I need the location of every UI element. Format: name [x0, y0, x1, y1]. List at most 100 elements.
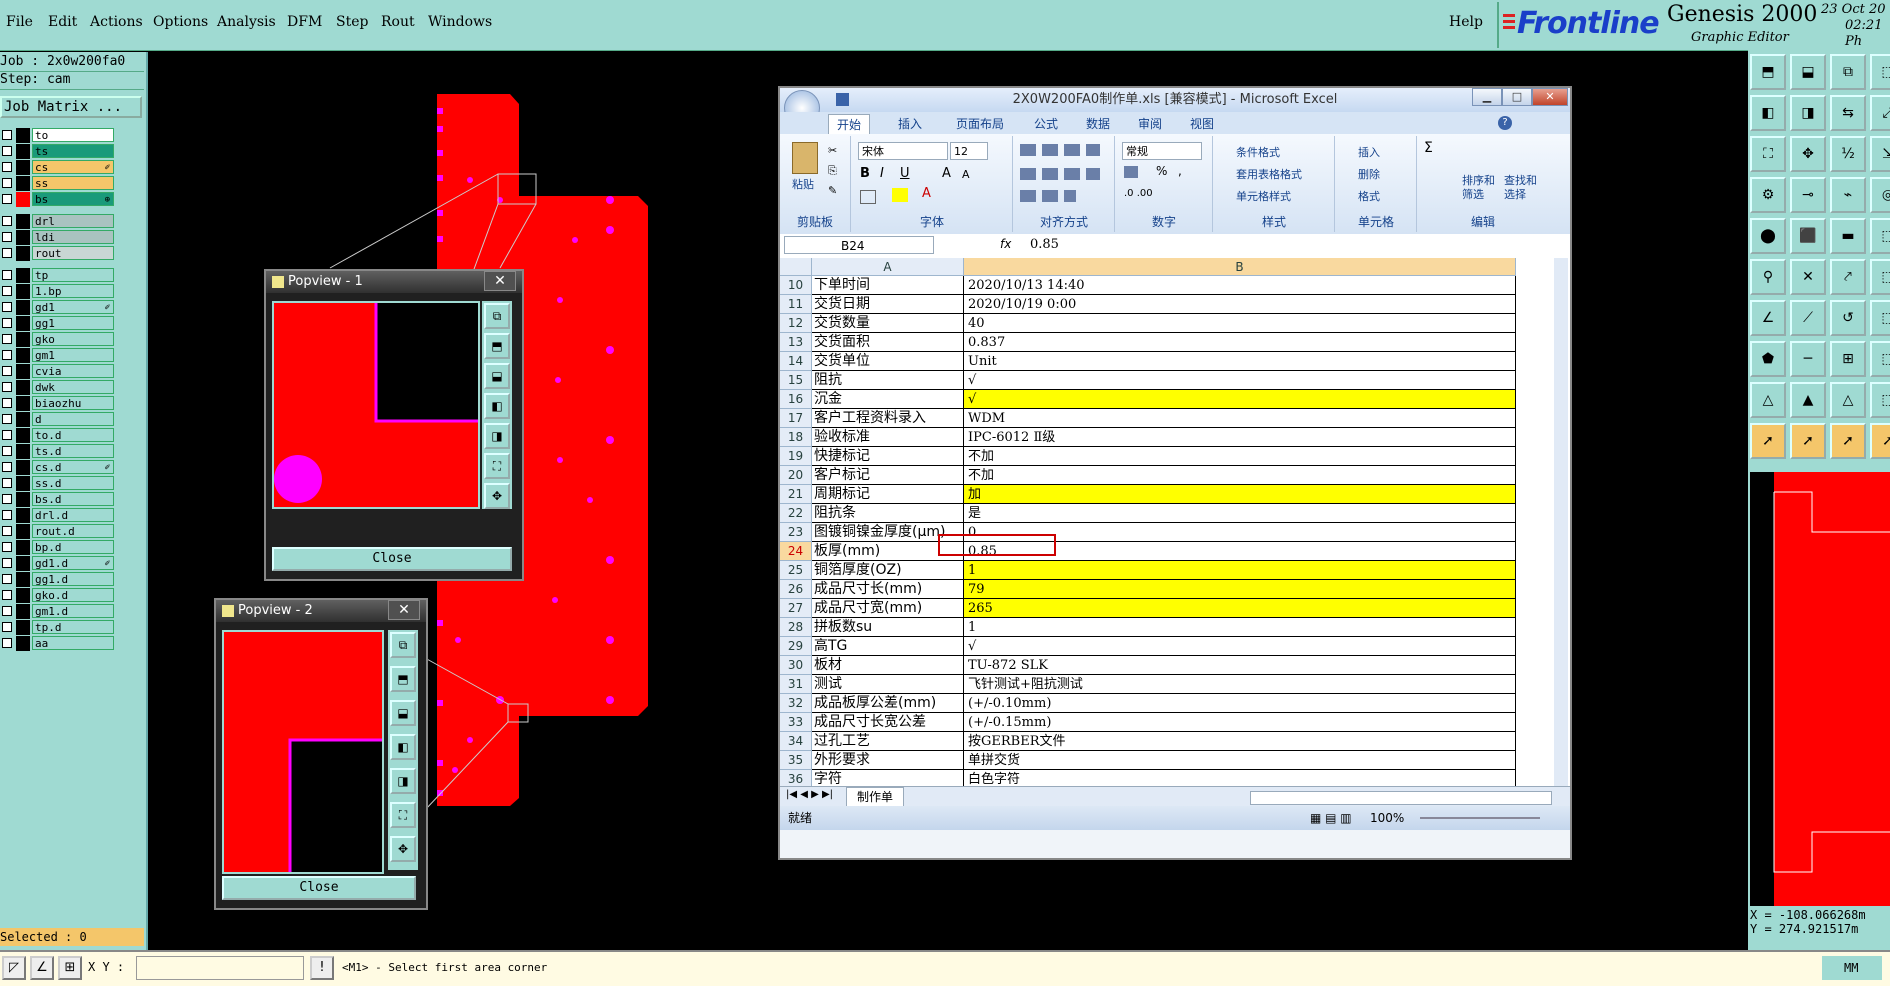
font-name-select[interactable]: 宋体	[858, 142, 948, 160]
tab-home[interactable]: 开始	[828, 114, 871, 135]
align-right-icon[interactable]: ◨	[1790, 95, 1826, 131]
sheet-nav-icons[interactable]: |◀ ◀ ▶ ▶|	[786, 789, 833, 800]
triangle-filled-icon[interactable]: ▲	[1790, 382, 1826, 418]
layer-name[interactable]: to.d	[32, 428, 114, 442]
format-button[interactable]: 格式	[1358, 188, 1380, 204]
indent-icons[interactable]	[1020, 190, 1076, 202]
bold-button[interactable]: B	[860, 166, 870, 181]
row-number[interactable]: 24	[780, 542, 812, 561]
menu-actions[interactable]: Actions	[90, 14, 143, 30]
cut-icon[interactable]: ✂	[828, 144, 837, 157]
cell-label[interactable]: 测试	[812, 675, 964, 694]
row-number[interactable]: 26	[780, 580, 812, 599]
cell-value[interactable]: √	[964, 390, 1516, 409]
menu-step[interactable]: Step	[336, 14, 368, 30]
layer-checkbox[interactable]	[2, 194, 12, 204]
fit-icon[interactable]: ⛶	[1750, 136, 1786, 172]
grow-font-icon[interactable]: A	[942, 166, 951, 181]
rotate-icon[interactable]: ↺	[1830, 300, 1866, 336]
cell-label[interactable]: 成品尺寸长宽公差	[812, 713, 964, 732]
row-number[interactable]: 27	[780, 599, 812, 618]
copy-icon[interactable]: ⎘	[828, 164, 837, 178]
layer-checkbox[interactable]	[2, 446, 12, 456]
maximize-button[interactable]: □	[1502, 88, 1532, 106]
layer-checkbox[interactable]	[2, 558, 12, 568]
row-number[interactable]: 13	[780, 333, 812, 352]
cell-label[interactable]: 客户标记	[812, 466, 964, 485]
layer-row[interactable]: d	[0, 412, 118, 427]
cell-value[interactable]: (+/-0.15mm)	[964, 713, 1516, 732]
cell-value[interactable]: 不加	[964, 466, 1516, 485]
layer-checkbox[interactable]	[2, 638, 12, 648]
cell-value[interactable]: 40	[964, 314, 1516, 333]
layer-name[interactable]: d	[32, 412, 114, 426]
underline-button[interactable]: U	[900, 166, 910, 181]
menu-analysis[interactable]: Analysis	[217, 14, 276, 30]
zoom-home-icon[interactable]: ⧉	[484, 303, 510, 329]
cell-value[interactable]: Unit	[964, 352, 1516, 371]
tab-insert[interactable]: 插入	[890, 114, 930, 134]
layer-checkbox[interactable]	[2, 318, 12, 328]
line-icon[interactable]: ─	[1790, 341, 1826, 377]
pan-left-icon[interactable]: ◧	[484, 393, 510, 419]
layer-name[interactable]: bs.d	[32, 492, 114, 506]
layer-checkbox[interactable]	[2, 286, 12, 296]
layer-name[interactable]: gg1.d	[32, 572, 114, 586]
cell-label[interactable]: 阻抗条	[812, 504, 964, 523]
column-header-b[interactable]: B	[964, 258, 1516, 276]
cell-label[interactable]: 高TG	[812, 637, 964, 656]
cell-value[interactable]: 是	[964, 504, 1516, 523]
cell-value[interactable]: IPC-6012 Ⅱ级	[964, 428, 1516, 447]
comma-icon[interactable]: ,	[1178, 164, 1182, 178]
select-all-corner[interactable]	[780, 258, 812, 276]
row-number[interactable]: 15	[780, 371, 812, 390]
layer-row[interactable]: gg1.d	[0, 572, 118, 587]
font-color-icon[interactable]: A	[922, 186, 931, 201]
delete-button[interactable]: 删除	[1358, 166, 1380, 182]
layer-checkbox[interactable]	[2, 334, 12, 344]
cell-label[interactable]: 成品尺寸宽(mm)	[812, 599, 964, 618]
layer-name[interactable]: gm1.d	[32, 604, 114, 618]
row-number[interactable]: 36	[780, 770, 812, 786]
insert-button[interactable]: 插入	[1358, 144, 1380, 160]
triangle-icon[interactable]: △	[1750, 382, 1786, 418]
layer-row[interactable]: aa	[0, 636, 118, 651]
frame-icon[interactable]: ⬚	[1870, 218, 1890, 254]
mini-view[interactable]	[1750, 472, 1890, 906]
align-left-icon[interactable]: ◧	[1750, 95, 1786, 131]
row-number[interactable]: 22	[780, 504, 812, 523]
row-number[interactable]: 12	[780, 314, 812, 333]
pan-right-icon[interactable]: ◨	[484, 423, 510, 449]
percent-button[interactable]: %	[1156, 164, 1167, 178]
vertical-align-icons[interactable]	[1020, 144, 1100, 156]
layer-row[interactable]: to.d	[0, 428, 118, 443]
snap-icon[interactable]: ◸	[2, 956, 26, 980]
row-number[interactable]: 32	[780, 694, 812, 713]
layer-row[interactable]: gko	[0, 332, 118, 347]
layer-row[interactable]: 1.bp	[0, 284, 118, 299]
layer-name[interactable]: cs.d ✐	[32, 460, 114, 474]
frame-icon[interactable]: ⬚	[1870, 382, 1890, 418]
center-icon[interactable]: ✥	[390, 836, 416, 862]
layer-name[interactable]: drl.d	[32, 508, 114, 522]
layer-checkbox[interactable]	[2, 248, 12, 258]
cell-label[interactable]: 过孔工艺	[812, 732, 964, 751]
row-number[interactable]: 16	[780, 390, 812, 409]
row-number[interactable]: 18	[780, 428, 812, 447]
layer-name[interactable]: gko	[32, 332, 114, 346]
layer-checkbox[interactable]	[2, 542, 12, 552]
row-number[interactable]: 23	[780, 523, 812, 542]
cell-label[interactable]: 阻抗	[812, 371, 964, 390]
cell-label[interactable]: 铜箔厚度(OZ)	[812, 561, 964, 580]
cell-value[interactable]: 单拼交货	[964, 751, 1516, 770]
popview-1-canvas[interactable]	[272, 301, 480, 509]
layer-row[interactable]: bp.d	[0, 540, 118, 555]
rout-icon[interactable]: ⌁	[1830, 177, 1866, 213]
layer-name[interactable]: ts.d	[32, 444, 114, 458]
layer-checkbox[interactable]	[2, 146, 12, 156]
borders-icon[interactable]	[860, 190, 876, 204]
pointer-icon[interactable]: ➚	[1830, 423, 1866, 459]
row-number[interactable]: 29	[780, 637, 812, 656]
pan-right-icon[interactable]: ◨	[390, 768, 416, 794]
layer-checkbox[interactable]	[2, 430, 12, 440]
